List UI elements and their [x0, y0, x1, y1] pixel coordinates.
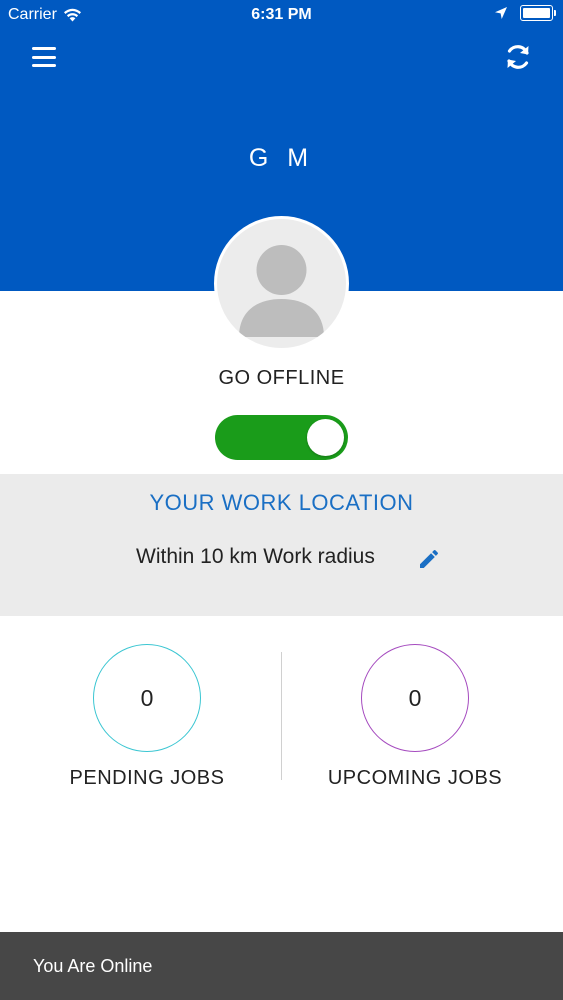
- work-location-title: YOUR WORK LOCATION: [149, 490, 414, 515]
- upcoming-jobs-count: 0: [361, 644, 469, 752]
- upcoming-jobs-label: UPCOMING JOBS: [327, 767, 503, 789]
- jobs-summary: 0 PENDING JOBS 0 UPCOMING JOBS: [0, 616, 563, 816]
- online-toggle[interactable]: [215, 415, 348, 460]
- toggle-knob: [307, 419, 344, 456]
- snackbar-message: You Are Online: [33, 956, 153, 976]
- location-arrow-icon: [495, 7, 507, 19]
- availability-label: GO OFFLINE: [218, 367, 345, 389]
- pending-jobs-label: PENDING JOBS: [69, 767, 225, 789]
- status-bar: Carrier 6:31 PM: [0, 0, 563, 30]
- avatar[interactable]: [214, 216, 349, 351]
- pending-jobs[interactable]: 0 PENDING JOBS: [47, 644, 247, 790]
- user-silhouette-icon: [239, 245, 324, 337]
- user-name: G M: [248, 144, 315, 172]
- pencil-icon[interactable]: [417, 547, 441, 571]
- status-time: 6:31 PM: [251, 6, 312, 23]
- work-radius-text: Within 10 km Work radius: [136, 545, 375, 568]
- battery-icon: [520, 5, 556, 21]
- upcoming-jobs[interactable]: 0 UPCOMING JOBS: [315, 644, 515, 790]
- refresh-icon[interactable]: [503, 42, 533, 72]
- online-snackbar: You Are Online: [0, 932, 563, 1000]
- driver-home-screen: Carrier 6:31 PM G M GO OFFLINE YOUR WORK…: [0, 0, 563, 1000]
- status-right-icons: [494, 5, 556, 21]
- pending-jobs-count: 0: [93, 644, 201, 752]
- jobs-divider: [281, 652, 282, 780]
- hamburger-menu-icon[interactable]: [30, 44, 58, 70]
- work-location-section: YOUR WORK LOCATION Within 10 km Work rad…: [0, 474, 563, 616]
